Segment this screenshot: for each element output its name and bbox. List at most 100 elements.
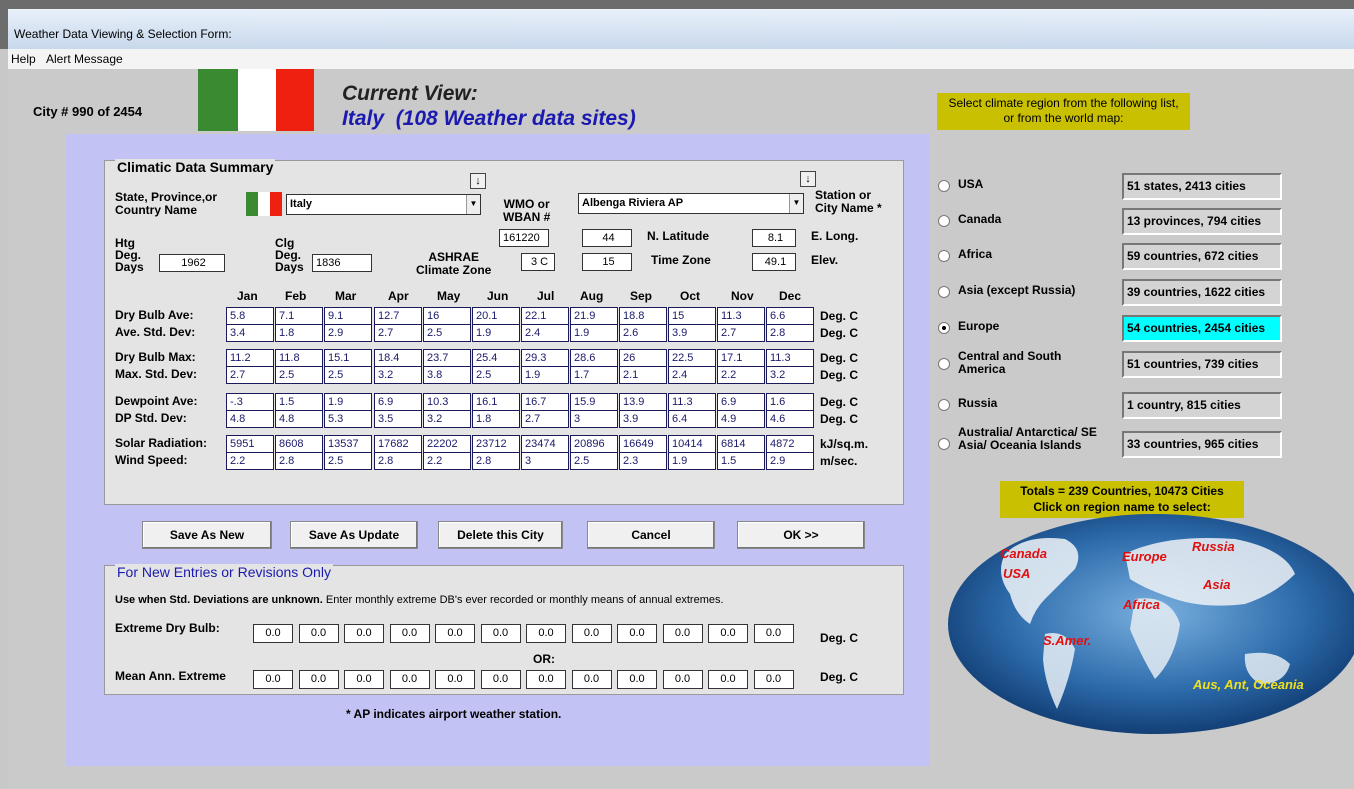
data-cell[interactable]: 2.2 [717, 366, 765, 384]
mean-cell[interactable]: 0.0 [298, 670, 339, 689]
extreme-cell[interactable]: 0.0 [435, 624, 475, 643]
data-cell[interactable]: 4.9 [717, 410, 765, 428]
map-label-south-america[interactable]: S.Amer. [1043, 633, 1091, 648]
data-cell[interactable]: 13.9 [619, 393, 667, 411]
data-cell[interactable]: 15 [668, 307, 716, 325]
data-cell[interactable]: 2.7 [521, 410, 569, 428]
data-cell[interactable]: 3.2 [423, 410, 471, 428]
data-cell[interactable]: 23.7 [423, 349, 471, 367]
data-cell[interactable]: 1.6 [766, 393, 814, 411]
data-cell[interactable]: 1.8 [472, 410, 520, 428]
latitude-field[interactable]: 44 [582, 229, 632, 247]
data-cell[interactable]: 29.3 [521, 349, 569, 367]
data-cell[interactable]: 11.3 [766, 349, 814, 367]
timezone-field[interactable]: 15 [582, 253, 632, 271]
region-name[interactable]: Canada [958, 213, 1098, 226]
mean-cell[interactable]: 0.0 [480, 670, 521, 689]
data-cell[interactable]: 2.5 [275, 366, 323, 384]
extreme-cell[interactable]: 0.0 [344, 624, 384, 643]
data-cell[interactable]: -.3 [226, 393, 274, 411]
region-name[interactable]: USA [958, 178, 1098, 191]
data-cell[interactable]: 2.5 [472, 366, 520, 384]
data-cell[interactable]: 1.5 [717, 452, 765, 470]
extreme-cell[interactable]: 0.0 [617, 624, 657, 643]
htg-field[interactable]: 1962 [159, 254, 225, 272]
data-cell[interactable]: 2.2 [226, 452, 274, 470]
map-label-oceania[interactable]: Aus, Ant, Oceania [1192, 677, 1304, 692]
region-name[interactable]: Russia [958, 397, 1098, 410]
region-name[interactable]: Asia (except Russia) [958, 284, 1098, 297]
data-cell[interactable]: 2.4 [668, 366, 716, 384]
data-cell[interactable]: 3.5 [374, 410, 422, 428]
data-cell[interactable]: 3.9 [619, 410, 667, 428]
data-cell[interactable]: 2.8 [472, 452, 520, 470]
data-cell[interactable]: 17682 [374, 435, 422, 453]
data-cell[interactable]: 2.5 [324, 452, 372, 470]
data-cell[interactable]: 11.8 [275, 349, 323, 367]
mean-cell[interactable]: 0.0 [344, 670, 384, 689]
region-name[interactable]: Central and South America [958, 350, 1098, 376]
data-cell[interactable]: 2.8 [374, 452, 422, 470]
data-cell[interactable]: 4872 [766, 435, 814, 453]
data-cell[interactable]: 22.5 [668, 349, 716, 367]
data-cell[interactable]: 3 [570, 410, 618, 428]
menu-help[interactable]: Help [11, 52, 36, 66]
region-radio[interactable] [938, 215, 950, 227]
menu-alert-message[interactable]: Alert Message [46, 52, 123, 66]
data-cell[interactable]: 2.1 [619, 366, 667, 384]
region-radio[interactable] [938, 180, 950, 192]
mean-cell[interactable]: 0.0 [389, 670, 430, 689]
chevron-down-icon[interactable]: ▼ [789, 194, 803, 213]
data-cell[interactable]: 6.4 [668, 410, 716, 428]
data-cell[interactable]: 6.6 [766, 307, 814, 325]
data-cell[interactable]: 3.9 [668, 324, 716, 342]
data-cell[interactable]: 2.5 [324, 366, 372, 384]
data-cell[interactable]: 15.1 [324, 349, 372, 367]
map-label-russia[interactable]: Russia [1192, 539, 1235, 554]
data-cell[interactable]: 21.9 [570, 307, 618, 325]
ok-button[interactable]: OK >> [737, 521, 865, 549]
longitude-field[interactable]: 8.1 [752, 229, 796, 247]
mean-cell[interactable]: 0.0 [571, 670, 612, 689]
data-cell[interactable]: 6.9 [374, 393, 422, 411]
data-cell[interactable]: 1.9 [324, 393, 372, 411]
extreme-cell[interactable]: 0.0 [662, 624, 703, 643]
region-name[interactable]: Europe [958, 320, 1098, 333]
data-cell[interactable]: 5.8 [226, 307, 274, 325]
data-cell[interactable]: 15.9 [570, 393, 618, 411]
extreme-cell[interactable]: 0.0 [389, 624, 430, 643]
data-cell[interactable]: 17.1 [717, 349, 765, 367]
region-radio[interactable] [938, 399, 950, 411]
mean-cell[interactable]: 0.0 [662, 670, 703, 689]
data-cell[interactable]: 8608 [275, 435, 323, 453]
extreme-cell[interactable]: 0.0 [708, 624, 748, 643]
station-arrow-icon[interactable]: ↓ [800, 171, 816, 187]
data-cell[interactable]: 26 [619, 349, 667, 367]
data-cell[interactable]: 16649 [619, 435, 667, 453]
country-arrow-icon[interactable]: ↓ [470, 173, 486, 189]
data-cell[interactable]: 10414 [668, 435, 716, 453]
station-combo[interactable]: Albenga Riviera AP ▼ [578, 193, 804, 214]
region-radio[interactable] [938, 250, 950, 262]
map-label-europe[interactable]: Europe [1122, 549, 1167, 564]
mean-cell[interactable]: 0.0 [435, 670, 475, 689]
data-cell[interactable]: 18.8 [619, 307, 667, 325]
save-as-update-button[interactable]: Save As Update [290, 521, 418, 549]
region-radio[interactable] [938, 322, 950, 334]
region-radio[interactable] [938, 358, 950, 370]
data-cell[interactable]: 11.3 [668, 393, 716, 411]
data-cell[interactable]: 11.2 [226, 349, 274, 367]
data-cell[interactable]: 1.9 [521, 366, 569, 384]
data-cell[interactable]: 3.2 [766, 366, 814, 384]
region-name[interactable]: Africa [958, 248, 1098, 261]
data-cell[interactable]: 2.3 [619, 452, 667, 470]
extreme-cell[interactable]: 0.0 [753, 624, 794, 643]
map-label-africa[interactable]: Africa [1122, 597, 1160, 612]
mean-cell[interactable]: 0.0 [526, 670, 566, 689]
data-cell[interactable]: 4.8 [226, 410, 274, 428]
data-cell[interactable]: 28.6 [570, 349, 618, 367]
region-name[interactable]: Australia/ Antarctica/ SE Asia/ Oceania … [958, 426, 1098, 452]
data-cell[interactable]: 5951 [226, 435, 274, 453]
data-cell[interactable]: 2.2 [423, 452, 471, 470]
delete-city-button[interactable]: Delete this City [438, 521, 563, 549]
